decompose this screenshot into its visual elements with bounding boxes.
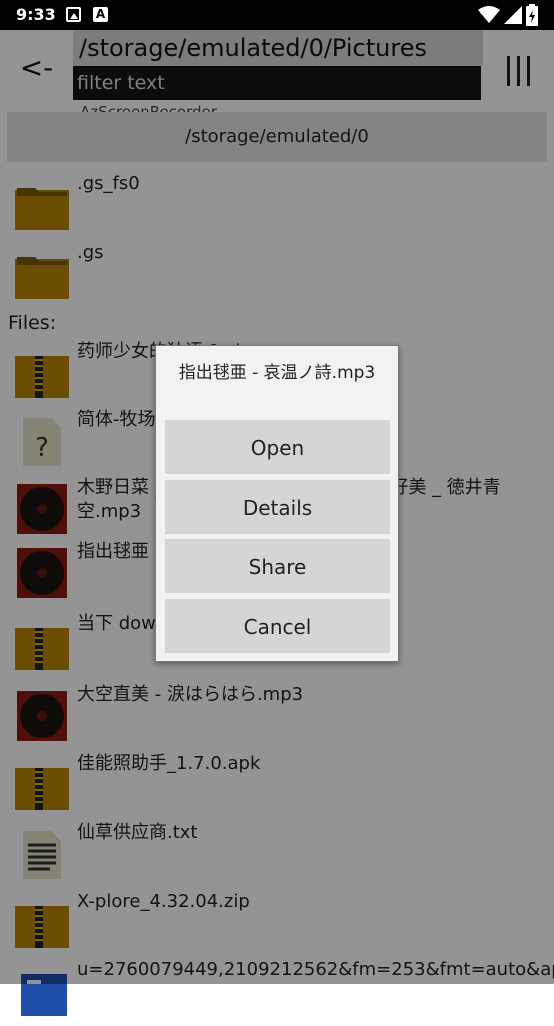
battery-icon: [526, 4, 538, 26]
dialog-title: 指出毬亜 - 哀温ノ詩.mp3: [178, 363, 376, 383]
status-time: 9:33: [16, 5, 56, 24]
share-button[interactable]: Share: [165, 539, 390, 593]
signal-icon: [504, 6, 522, 24]
open-button[interactable]: Open: [165, 420, 390, 474]
cancel-button[interactable]: Cancel: [165, 599, 390, 653]
wifi-icon: [478, 6, 500, 23]
file-action-dialog: 指出毬亜 - 哀温ノ詩.mp3 Open Details Share Cance…: [155, 345, 399, 662]
image-icon: [66, 7, 81, 22]
status-bar: 9:33 A: [0, 0, 554, 30]
details-button[interactable]: Details: [165, 480, 390, 534]
a-notification-icon: A: [93, 7, 108, 22]
